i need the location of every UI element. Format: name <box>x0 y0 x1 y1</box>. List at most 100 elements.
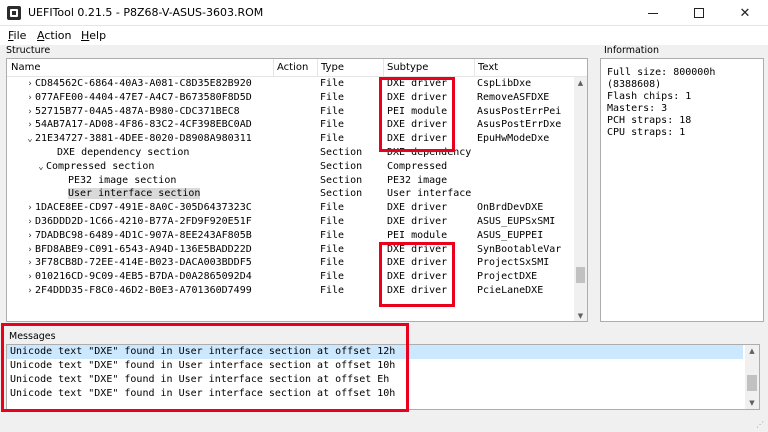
column-header-name[interactable]: Name <box>11 62 41 73</box>
tree-row[interactable]: › CD84562C-6864-40A3-A081-C8D35E82B920 Fil… <box>7 77 574 91</box>
tree-row-text: CspLibDxe <box>477 78 532 89</box>
resize-grip-icon[interactable]: ⋰ <box>756 420 766 430</box>
column-header-type[interactable]: Type <box>321 62 344 73</box>
chevron-right-icon[interactable]: › <box>25 230 35 244</box>
chevron-right-icon[interactable]: › <box>25 106 35 120</box>
tree-row[interactable]: ⌄ 21E34727-3881-4DEE-8020-D8908A980311 Fil… <box>7 132 574 146</box>
tree-row-subtype: Compressed <box>387 160 448 172</box>
messages-panel[interactable]: Unicode text "DXE" found in User interfa… <box>6 344 760 410</box>
tree-row[interactable]: › 077AFE00-4404-47E7-A4C7-B673580F8D5D Fil… <box>7 91 574 105</box>
tree-row[interactable]: › BFD8ABE9-C091-6543-A94D-136E5BADD22D Fil… <box>7 243 574 257</box>
tree-row[interactable]: DXE dependency section Section DXE depende… <box>7 146 574 160</box>
tree-row-name-text: 010216CD-9C09-4EB5-B7DA-D0A2865092D4 <box>35 271 252 283</box>
chevron-down-icon[interactable]: ⌄ <box>36 161 46 175</box>
tree-row-type: File <box>320 257 345 269</box>
messages-list: Unicode text "DXE" found in User interfa… <box>7 345 759 401</box>
chevron-right-icon[interactable]: › <box>25 285 35 299</box>
tree-row-type: Section <box>320 174 363 186</box>
close-button[interactable]: ✕ <box>722 0 768 26</box>
close-icon: ✕ <box>739 5 751 21</box>
scrollbar-thumb[interactable] <box>576 267 585 283</box>
tree-row[interactable]: › 52715B77-04A5-487A-B980-CDC371BEC8 File P… <box>7 105 574 119</box>
scroll-down-icon[interactable]: ▼ <box>745 397 759 409</box>
tree-row-type: Section <box>320 146 363 158</box>
menu-file[interactable]: File <box>8 29 26 42</box>
tree-row-name-text: 7DADBC98-6489-4D1C-907A-8EE243AF805B <box>35 229 252 241</box>
tree-row-type: File <box>320 229 345 241</box>
chevron-right-icon[interactable]: › <box>25 78 35 92</box>
chevron-right-icon[interactable]: › <box>25 119 35 133</box>
tree-row-name-text: BFD8ABE9-C091-6543-A94D-136E5BADD22D <box>35 243 252 255</box>
column-header-action[interactable]: Action <box>277 62 308 73</box>
tree-row-type: Section <box>320 188 363 200</box>
tree-row-name: › CD84562C-6864-40A3-A081-C8D35E82B920 <box>7 77 272 92</box>
tree-row-name-text: 2F4DDD35-F8C0-46D2-B0E3-A701360D7499 <box>35 284 252 296</box>
title-bar: UEFITool 0.21.5 - P8Z68-V-ASUS-3603.ROM … <box>0 0 768 26</box>
tree-row-name: › D36DDD2D-1C66-4210-B77A-2FD9F920E51F <box>7 215 272 230</box>
message-item[interactable]: Unicode text "DXE" found in User interfa… <box>7 373 743 387</box>
tree-row[interactable]: › 010216CD-9C09-4EB5-B7DA-D0A2865092D4 Fil… <box>7 270 574 284</box>
tree-rows: › CD84562C-6864-40A3-A081-C8D35E82B920 Fil… <box>7 77 574 298</box>
chevron-down-icon[interactable]: ⌄ <box>25 133 35 147</box>
tree-row-subtype: PE32 image <box>387 174 448 186</box>
tree-row[interactable]: › 2F4DDD35-F8C0-46D2-B0E3-A701360D7499 Fil… <box>7 284 574 298</box>
column-separator[interactable] <box>474 59 475 76</box>
chevron-right-icon[interactable]: › <box>25 257 35 271</box>
column-separator[interactable] <box>317 59 318 76</box>
column-separator[interactable] <box>273 59 274 76</box>
tree-row[interactable]: ⌄ Compressed section Section Compressed <box>7 160 574 174</box>
minimize-button[interactable] <box>630 0 676 26</box>
tree-row[interactable]: › 54AB7A17-AD08-4F86-83C2-4CF398EBC0AD Fil… <box>7 118 574 132</box>
menu-help[interactable]: Help <box>81 29 106 42</box>
tree-row-subtype: DXE driver <box>387 202 448 214</box>
chevron-right-icon[interactable]: › <box>25 202 35 216</box>
chevron-right-icon[interactable]: › <box>25 244 35 258</box>
tree-row-type: File <box>320 243 345 255</box>
chevron-right-icon[interactable]: › <box>25 216 35 230</box>
scroll-up-icon[interactable]: ▲ <box>574 77 587 89</box>
maximize-button[interactable] <box>676 0 722 26</box>
tree-row-subtype: PEI module <box>387 229 448 241</box>
tree-row[interactable]: › D36DDD2D-1C66-4210-B77A-2FD9F920E51F Fil… <box>7 215 574 229</box>
tree-row-type: File <box>320 271 345 283</box>
tree-row-name-text: 52715B77-04A5-487A-B980-CDC371BEC8 <box>35 105 240 117</box>
tree-row[interactable]: › 1DACE8EE-CD97-491E-8A0C-305D6437323C Fil… <box>7 201 574 215</box>
chevron-right-icon[interactable]: › <box>25 92 35 106</box>
tree-row[interactable]: PE32 image section Section PE32 image <box>7 174 574 188</box>
tree-row-subtype: DXE dependency <box>387 146 472 158</box>
tree-row-name-text: 077AFE00-4404-47E7-A4C7-B673580F8D5D <box>35 91 252 103</box>
message-item[interactable]: Unicode text "DXE" found in User interfa… <box>7 345 743 359</box>
tree-row-name-text: Compressed section <box>46 160 155 172</box>
tree-row[interactable]: User interface section Section User interf… <box>7 187 574 201</box>
tree-row-name-text: 54AB7A17-AD08-4F86-83C2-4CF398EBC0AD <box>35 119 252 131</box>
menu-action[interactable]: Action <box>37 29 71 42</box>
scroll-up-icon[interactable]: ▲ <box>745 345 759 357</box>
menu-bar: File Action Help <box>0 26 768 45</box>
column-separator[interactable] <box>383 59 384 76</box>
tree-row-subtype: DXE driver <box>387 215 448 227</box>
tree-row[interactable]: › 3F78CB8D-72EE-414E-B023-DACA003BDDF5 Fil… <box>7 256 574 270</box>
tree-row-name: › 2F4DDD35-F8C0-46D2-B0E3-A701360D7499 <box>7 284 272 299</box>
scrollbar-thumb[interactable] <box>747 375 757 391</box>
tree-row-name-text: User interface section <box>68 188 201 200</box>
tree-scrollbar[interactable]: ▲ ▼ <box>574 77 587 321</box>
window-title: UEFITool 0.21.5 - P8Z68-V-ASUS-3603.ROM <box>28 6 264 19</box>
tree-row-name: PE32 image section <box>7 174 272 188</box>
column-header-subtype[interactable]: Subtype <box>387 62 428 73</box>
message-item[interactable]: Unicode text "DXE" found in User interfa… <box>7 359 743 373</box>
tree-header: Name Action Type Subtype Text <box>7 59 587 77</box>
message-item[interactable]: Unicode text "DXE" found in User interfa… <box>7 387 743 401</box>
tree-row-type: File <box>320 284 345 296</box>
tree-row-text: OnBrdDevDXE <box>477 202 544 214</box>
information-panel: Full size: 800000h (8388608) Flash chips… <box>600 58 764 322</box>
tree-row-text: ASUS_EUPPEI <box>477 229 544 241</box>
tree-row-type: File <box>320 133 345 145</box>
scroll-down-icon[interactable]: ▼ <box>574 310 587 321</box>
messages-scrollbar[interactable]: ▲ ▼ <box>745 345 759 409</box>
tree-row-name: › 3F78CB8D-72EE-414E-B023-DACA003BDDF5 <box>7 256 272 271</box>
chevron-right-icon[interactable]: › <box>25 271 35 285</box>
structure-tree[interactable]: Name Action Type Subtype Text › CD84562C-… <box>6 58 588 322</box>
menu-help-label: elp <box>89 29 107 42</box>
tree-row[interactable]: › 7DADBC98-6489-4D1C-907A-8EE243AF805B Fil… <box>7 229 574 243</box>
column-header-text[interactable]: Text <box>478 62 498 73</box>
